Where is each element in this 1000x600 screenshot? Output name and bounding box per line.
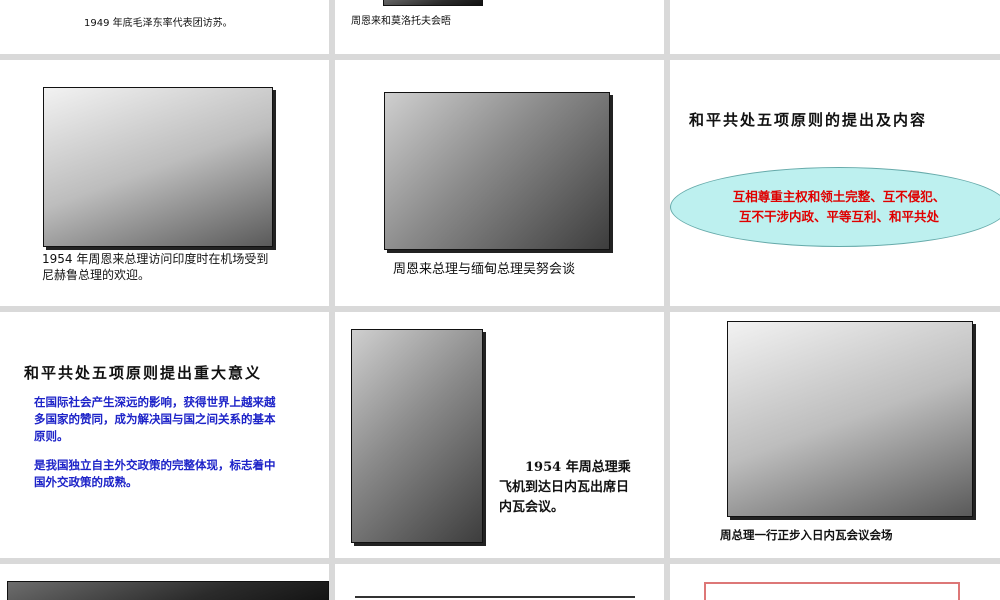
photo-zhou-molotov xyxy=(383,0,483,6)
slide-significance[interactable]: 和平共处五项原则提出重大意义 在国际社会产生深远的影响，获得世界上越来越多国家的… xyxy=(0,312,329,558)
slide-mao-visit[interactable]: 1949 年底毛泽东率代表团访苏。 xyxy=(0,0,329,54)
slide-row4-c[interactable] xyxy=(670,564,1000,600)
slide-caption: 1954 年周恩来总理访问印度时在机场受到尼赫鲁总理的欢迎。 xyxy=(42,252,269,282)
photo-zhou-nehru xyxy=(43,87,273,247)
slide-geneva-walk[interactable]: 周总理一行正步入日内瓦会议会场 xyxy=(670,312,1000,558)
slide-zhou-airplane[interactable]: 1954 年周总理乘飞机到达日内瓦出席日内瓦会议。 xyxy=(335,312,664,558)
slide-title: 和平共处五项原则的提出及内容 xyxy=(689,111,928,129)
photo-row4-c-frame xyxy=(704,582,960,600)
slide-title: 和平共处五项原则提出重大意义 xyxy=(24,364,263,382)
slide-caption: 1954 年周总理乘飞机到达日内瓦出席日内瓦会议。 xyxy=(499,460,631,515)
slide-zhou-molotov[interactable]: 周恩来和莫洛托夫会晤 xyxy=(335,0,664,54)
photo-row4-b-edge xyxy=(355,596,635,599)
significance-point-1: 在国际社会产生深远的影响，获得世界上越来越多国家的赞同，成为解决国与国之间关系的… xyxy=(34,395,276,443)
slide-caption: 周恩来和莫洛托夫会晤 xyxy=(351,16,451,27)
photo-geneva-walk xyxy=(727,321,973,517)
slide-five-principles[interactable]: 和平共处五项原则的提出及内容 互相尊重主权和领土完整、互不侵犯、 互不干涉内政、… xyxy=(670,60,1000,306)
photo-row4-a xyxy=(7,581,329,600)
slide-row4-a[interactable] xyxy=(0,564,329,600)
slide-zhou-nehru[interactable]: 1954 年周恩来总理访问印度时在机场受到尼赫鲁总理的欢迎。 xyxy=(0,60,329,306)
photo-zhou-u-nu xyxy=(384,92,610,250)
slide-caption: 1949 年底毛泽东率代表团访苏。 xyxy=(84,18,233,29)
slide-blank-top[interactable] xyxy=(670,0,1000,54)
slide-caption: 周总理一行正步入日内瓦会议会场 xyxy=(720,528,893,542)
principles-text: 互相尊重主权和领土完整、互不侵犯、 互不干涉内政、平等互利、和平共处 xyxy=(732,189,946,224)
principles-ellipse: 互相尊重主权和领土完整、互不侵犯、 互不干涉内政、平等互利、和平共处 xyxy=(670,167,1000,247)
photo-zhou-airplane xyxy=(351,329,483,543)
significance-point-2: 是我国独立自主外交政策的完整体现，标志着中国外交政策的成熟。 xyxy=(34,458,276,489)
slide-caption: 周恩来总理与缅甸总理吴努会谈 xyxy=(393,262,576,277)
slide-row4-b[interactable] xyxy=(335,564,664,600)
slide-zhou-u-nu[interactable]: 周恩来总理与缅甸总理吴努会谈 xyxy=(335,60,664,306)
